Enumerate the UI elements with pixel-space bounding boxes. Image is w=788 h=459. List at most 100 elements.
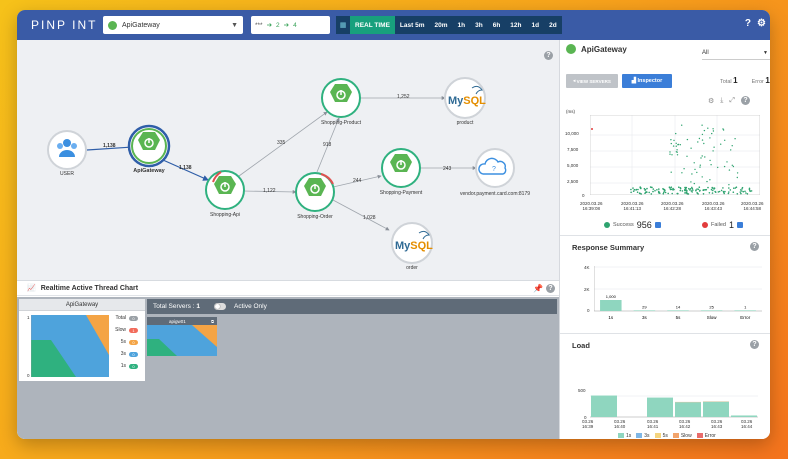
scatter-help-icon[interactable]: ? [741, 96, 750, 105]
scatter-point [728, 169, 731, 171]
thread-help-icon[interactable]: ? [546, 284, 555, 293]
response-bar-1s[interactable] [600, 300, 622, 311]
range-last-5m[interactable]: Last 5m [394, 16, 430, 34]
scatter-point [697, 141, 699, 143]
node-shopping-payment[interactable] [381, 148, 421, 188]
node-shopping-api[interactable] [205, 170, 245, 210]
download-icon[interactable]: ⤓ [720, 97, 723, 105]
scatter-point [637, 188, 639, 191]
response-bar-error[interactable] [734, 310, 756, 311]
range-3h[interactable]: 3h [470, 16, 488, 34]
server-map[interactable]: MySQL ? MySQL ? USER ApiGateway Shopping… [17, 40, 559, 290]
search-depth-filter[interactable]: *** ➔ 2 ➔ 4 [251, 16, 330, 34]
scatter-point [718, 190, 721, 193]
response-summary-help-icon[interactable]: ? [750, 242, 759, 251]
scatter-point [730, 149, 732, 151]
servermap-help-icon[interactable]: ? [544, 51, 553, 60]
edge-order-mysql[interactable] [332, 199, 390, 231]
node-shopping-product[interactable] [321, 78, 361, 118]
inspector-button[interactable]: ▟ Inspector [622, 74, 672, 88]
load-chart[interactable] [590, 370, 758, 418]
node-mysql-product[interactable]: MySQL [444, 77, 486, 119]
help-icon[interactable]: ? [745, 18, 751, 29]
load-legend-3s[interactable]: 3s [636, 433, 650, 439]
node-apigateway[interactable] [127, 124, 171, 168]
scatter-point [713, 187, 716, 189]
scatter-point [676, 192, 678, 195]
scatter-settings-icon[interactable]: ⚙ [708, 97, 714, 105]
scatter-point [749, 190, 751, 193]
response-scatter-chart[interactable] [590, 115, 760, 195]
active-only-toggle[interactable] [213, 303, 226, 310]
scatter-point [727, 192, 730, 195]
failed-checkbox[interactable] [737, 222, 743, 228]
range-1h[interactable]: 1h [452, 16, 471, 34]
external-link-icon[interactable]: ⧉ [211, 319, 214, 324]
scatter-point [686, 155, 688, 157]
calendar-icon[interactable]: ▦ [336, 16, 350, 34]
scatter-point [729, 189, 732, 191]
total-servers-bar: Total Servers : 1 Active Only [147, 299, 557, 314]
load-legend-slow[interactable]: Slow [672, 433, 692, 439]
failed-stat[interactable]: Failed 1 [702, 220, 743, 230]
aggregate-thread-chart[interactable]: ApiGateway 1 0 Total 0 Slow 1 5s 0 3s 0 … [19, 299, 145, 381]
range-1d[interactable]: 1d [526, 16, 545, 34]
view-servers-button[interactable]: ◂ VIEW SERVERS [566, 74, 618, 88]
scatter-point [636, 191, 639, 193]
pin-icon[interactable]: 📌 [533, 284, 543, 293]
response-summary-chart[interactable]: 1,000 1s 29 3s 14 5s 25 Slow 1 Error [594, 266, 762, 322]
application-selector[interactable]: ApiGateway ▼ [103, 16, 243, 34]
agent-chart-title: apigw01 ⧉ [147, 317, 217, 325]
load-legend-1s[interactable]: 1s [618, 433, 631, 439]
scatter-point [675, 132, 677, 135]
load-bar-1643-1s[interactable] [703, 401, 729, 417]
range-12h[interactable]: 12h [505, 16, 527, 34]
load-help-icon[interactable]: ? [750, 340, 759, 349]
load-bar-1639-1s[interactable] [591, 395, 617, 417]
realtime-button[interactable]: REAL TIME [350, 16, 395, 34]
node-user[interactable] [47, 130, 87, 170]
scatter-point [705, 188, 708, 191]
scatter-point [663, 190, 666, 192]
load-bar-1644-1s[interactable] [731, 415, 757, 417]
range-20m[interactable]: 20m [429, 16, 453, 34]
node-vendor[interactable]: ? [475, 148, 515, 188]
load-title: Load [572, 341, 590, 350]
node-shopping-order[interactable] [295, 172, 335, 212]
scatter-point [702, 189, 705, 192]
range-6h[interactable]: 6h [487, 16, 506, 34]
expand-icon[interactable]: ⤢ [729, 97, 735, 105]
total-label: Total [720, 79, 732, 85]
scatter-point [714, 191, 717, 193]
app-logo[interactable]: PINP INT [31, 18, 103, 32]
failed-dot-icon [702, 222, 708, 228]
agent-filter-select[interactable]: All ▼ [702, 50, 770, 60]
range-2d[interactable]: 2d [544, 16, 562, 34]
scatter-point [739, 191, 742, 193]
aggregate-area-chart [31, 315, 109, 377]
success-checkbox[interactable] [654, 222, 661, 228]
legend-3s: 3s 0 [111, 351, 138, 357]
response-bar-5s[interactable] [667, 310, 689, 311]
response-bar-3s[interactable] [633, 310, 656, 311]
legend-1s: 1s 0 [111, 363, 138, 369]
agent-thread-chart[interactable]: apigw01 ⧉ [147, 317, 217, 356]
scatter-point [731, 164, 733, 166]
success-stat[interactable]: Success 956 [604, 220, 661, 230]
scatter-point [709, 159, 711, 162]
response-bar-slow[interactable] [700, 310, 723, 311]
load-bar-1641-1s[interactable] [647, 397, 673, 417]
scatter-point [717, 166, 719, 169]
load-bar-1642-1s[interactable] [675, 402, 701, 417]
scatter-point [696, 171, 698, 174]
scatter-point [677, 144, 679, 146]
scatter-point [704, 189, 706, 191]
load-legend-5s[interactable]: 5s [654, 433, 668, 439]
load-legend-error[interactable]: Error [696, 433, 716, 439]
app-window: PINP INT ApiGateway ▼ *** ➔ 2 ➔ 4 ▦ REAL… [17, 10, 770, 439]
scatter-x-tick-2: 2020.03.26 16:42:28 [661, 201, 684, 211]
thread-panel-title: Realtime Active Thread Chart [40, 284, 139, 292]
node-mysql-order[interactable]: MySQL [391, 222, 433, 264]
gear-icon[interactable]: ⚙ [757, 18, 766, 29]
scatter-point [686, 190, 688, 192]
